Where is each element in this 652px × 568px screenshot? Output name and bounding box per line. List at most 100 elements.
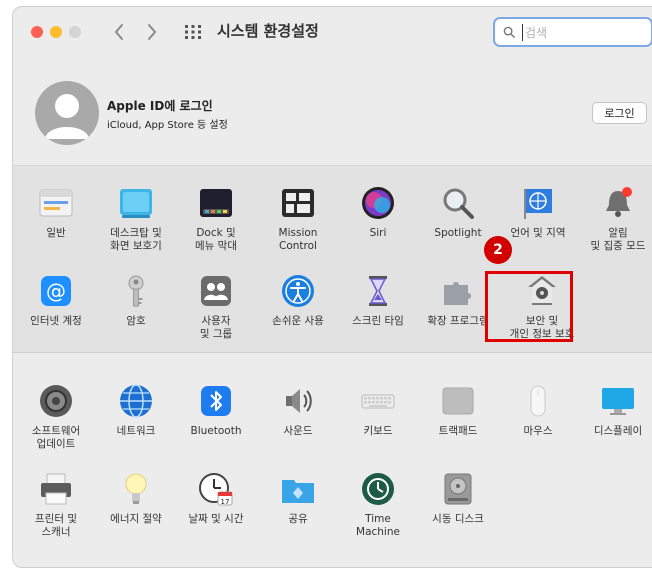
pane-spotlight[interactable]: Spotlight bbox=[417, 185, 499, 240]
pane-siri[interactable]: Siri bbox=[337, 185, 419, 240]
pane-users-groups[interactable]: 사용자 및 그룹 bbox=[175, 273, 257, 341]
pane-label: 손쉬운 사용 bbox=[272, 315, 324, 327]
pane-mission-control[interactable]: Mission Control bbox=[257, 185, 339, 253]
mouse-icon bbox=[530, 385, 546, 417]
users-groups-icon bbox=[201, 276, 231, 306]
svg-text:@: @ bbox=[46, 279, 66, 303]
pane-label: Mission Control bbox=[278, 227, 318, 252]
displays-icon bbox=[602, 388, 634, 415]
pane-label: 날짜 및 시간 bbox=[188, 513, 244, 525]
printers-scanners-icon bbox=[41, 473, 71, 505]
extensions-icon bbox=[444, 282, 471, 305]
pane-label: 일반 bbox=[46, 227, 66, 239]
pane-software-update[interactable]: 소프트웨어 업데이트 bbox=[15, 383, 97, 451]
pane-internet-accounts[interactable]: @ 인터넷 계정 bbox=[15, 273, 97, 328]
trackpad-icon bbox=[442, 387, 474, 415]
software-update-icon bbox=[40, 385, 72, 417]
window-title: 시스템 환경설정 bbox=[217, 22, 319, 40]
sound-icon bbox=[286, 389, 312, 413]
pane-sound[interactable]: 사운드 bbox=[257, 383, 339, 438]
step-badge: 2 bbox=[484, 236, 512, 264]
apple-id-section[interactable]: Apple ID에 로그인 iCloud, App Store 등 설정 로그인 bbox=[13, 69, 652, 159]
pane-sharing[interactable]: 공유 bbox=[257, 471, 339, 526]
siri-icon bbox=[362, 187, 394, 219]
login-button[interactable]: 로그인 bbox=[592, 102, 647, 124]
pane-general[interactable]: 일반 bbox=[15, 185, 97, 240]
highlight-box bbox=[485, 271, 573, 342]
pane-dock-menubar[interactable]: Dock 및 메뉴 막대 bbox=[175, 185, 257, 253]
language-region-icon bbox=[524, 189, 552, 219]
pane-label: 데스크탑 및 화면 보호기 bbox=[110, 227, 162, 252]
pane-accessibility[interactable]: 손쉬운 사용 bbox=[257, 273, 339, 328]
pane-label: 인터넷 계정 bbox=[30, 315, 82, 327]
pane-trackpad[interactable]: 트랙패드 bbox=[417, 383, 499, 438]
search-field[interactable]: 검색 bbox=[493, 17, 652, 47]
pane-keyboard[interactable]: 키보드 bbox=[337, 383, 419, 438]
pane-network[interactable]: 네트워크 bbox=[95, 383, 177, 438]
pane-label: Time Machine bbox=[356, 513, 400, 538]
divider bbox=[13, 352, 652, 353]
pane-time-machine[interactable]: Time Machine bbox=[337, 471, 419, 539]
pane-label: 시동 디스크 bbox=[432, 513, 484, 525]
dock-icon bbox=[200, 189, 232, 217]
pane-label: 사운드 bbox=[283, 425, 313, 437]
pane-label: 알림 및 집중 모드 bbox=[590, 227, 646, 252]
grid-icon bbox=[185, 25, 201, 39]
chevron-right-icon bbox=[148, 24, 157, 40]
pane-label: 에너지 절약 bbox=[110, 513, 162, 525]
pane-label: Bluetooth bbox=[190, 425, 242, 437]
user-silhouette-icon bbox=[45, 94, 89, 139]
passwords-icon bbox=[128, 275, 144, 307]
pane-label: 디스플레이 bbox=[593, 425, 643, 437]
pane-label: 사용자 및 그룹 bbox=[199, 315, 233, 340]
pane-bluetooth[interactable]: Bluetooth bbox=[175, 383, 257, 438]
pane-label: 공유 bbox=[288, 513, 308, 525]
pane-label: Spotlight bbox=[434, 227, 482, 239]
pane-printers-scanners[interactable]: 프린터 및 스캐너 bbox=[15, 471, 97, 539]
pane-mouse[interactable]: 마우스 bbox=[497, 383, 579, 438]
pane-passwords[interactable]: 암호 bbox=[95, 273, 177, 328]
pane-notifications-focus[interactable]: 알림 및 집중 모드 bbox=[577, 185, 652, 253]
pane-label: 키보드 bbox=[363, 425, 393, 437]
pane-label: 프린터 및 스캐너 bbox=[35, 513, 77, 538]
minimize-window-button[interactable] bbox=[50, 26, 62, 38]
pane-label: Siri bbox=[369, 227, 387, 239]
bluetooth-icon bbox=[201, 386, 231, 416]
network-icon bbox=[120, 384, 152, 418]
pane-date-time[interactable]: 17 날짜 및 시간 bbox=[175, 471, 257, 526]
pane-label: 마우스 bbox=[523, 425, 553, 437]
time-machine-icon bbox=[362, 473, 394, 505]
zoom-window-button[interactable] bbox=[69, 26, 81, 38]
pane-label: 네트워크 bbox=[116, 425, 156, 437]
pane-label: 스크린 타임 bbox=[352, 315, 404, 327]
pane-energy-saver[interactable]: 에너지 절약 bbox=[95, 471, 177, 526]
pane-label: 암호 bbox=[126, 315, 146, 327]
pane-label: 소프트웨어 업데이트 bbox=[31, 425, 81, 450]
accessibility-icon bbox=[282, 275, 314, 307]
sharing-icon bbox=[282, 480, 314, 503]
spotlight-icon bbox=[443, 188, 474, 219]
pane-displays[interactable]: 디스플레이 bbox=[577, 383, 652, 438]
pane-screen-time[interactable]: 스크린 타임 bbox=[337, 273, 419, 328]
notifications-icon bbox=[606, 187, 632, 217]
svg-text:17: 17 bbox=[221, 498, 230, 506]
apple-id-title: Apple ID에 로그인 bbox=[107, 99, 213, 113]
general-icon bbox=[39, 189, 73, 217]
forward-button[interactable] bbox=[141, 19, 163, 45]
energy-saver-icon bbox=[125, 473, 147, 504]
title-bar: 시스템 환경설정 검색 bbox=[13, 7, 652, 57]
apple-id-subtitle: iCloud, App Store 등 설정 bbox=[107, 120, 228, 131]
pane-label: 언어 및 지역 bbox=[510, 227, 566, 239]
search-placeholder: 검색 bbox=[522, 23, 547, 41]
keyboard-icon bbox=[361, 394, 395, 409]
startup-disk-icon bbox=[444, 473, 472, 505]
back-button[interactable] bbox=[108, 19, 130, 45]
avatar[interactable] bbox=[35, 81, 99, 145]
date-time-icon: 17 bbox=[199, 473, 233, 506]
chevron-left-icon bbox=[114, 24, 123, 40]
pane-startup-disk[interactable]: 시동 디스크 bbox=[417, 471, 499, 526]
close-window-button[interactable] bbox=[31, 26, 43, 38]
pane-language-region[interactable]: 언어 및 지역 bbox=[497, 185, 579, 240]
show-all-button[interactable] bbox=[183, 22, 203, 42]
pane-desktop-screensaver[interactable]: 데스크탑 및 화면 보호기 bbox=[95, 185, 177, 253]
